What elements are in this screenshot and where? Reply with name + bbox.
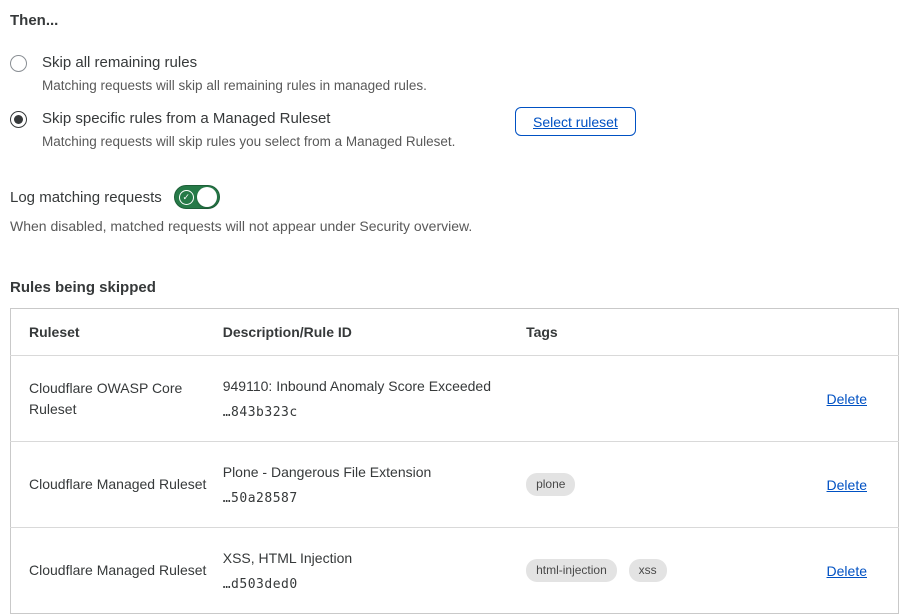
then-heading: Then... bbox=[10, 12, 901, 29]
radio-skip-specific[interactable] bbox=[10, 111, 27, 128]
log-matching-section: Log matching requests ✓ When disabled, m… bbox=[10, 185, 901, 234]
rule-description: XSS, HTML Injection bbox=[223, 549, 516, 567]
rule-description-cell: Plone - Dangerous File Extension …50a285… bbox=[223, 442, 526, 528]
rule-actions-cell: Delete bbox=[756, 442, 898, 528]
rule-tags-cell: html-injection xss bbox=[526, 528, 756, 614]
table-header-row: Ruleset Description/Rule ID Tags bbox=[11, 309, 899, 356]
radio-skip-all-remaining[interactable] bbox=[10, 55, 27, 72]
rule-tags-cell bbox=[526, 356, 756, 442]
delete-rule-link[interactable]: Delete bbox=[827, 477, 867, 493]
log-matching-label: Log matching requests bbox=[10, 189, 162, 206]
column-header-ruleset: Ruleset bbox=[11, 309, 223, 356]
rule-description-cell: XSS, HTML Injection …d503ded0 bbox=[223, 528, 526, 614]
check-icon: ✓ bbox=[179, 190, 194, 205]
table-row: Cloudflare Managed Ruleset Plone - Dange… bbox=[11, 442, 899, 528]
rules-skipped-table: Ruleset Description/Rule ID Tags Cloudfl… bbox=[10, 308, 899, 614]
table-row: Cloudflare Managed Ruleset XSS, HTML Inj… bbox=[11, 528, 899, 614]
option-skip-specific: Skip specific rules from a Managed Rules… bbox=[10, 110, 515, 149]
rule-id: …50a28587 bbox=[223, 491, 516, 506]
column-header-description: Description/Rule ID bbox=[223, 309, 526, 356]
option-skip-specific-label[interactable]: Skip specific rules from a Managed Rules… bbox=[42, 110, 515, 127]
tag-badge: plone bbox=[526, 473, 575, 496]
rule-id: …d503ded0 bbox=[223, 577, 516, 592]
column-header-actions bbox=[756, 309, 898, 356]
select-ruleset-button[interactable]: Select ruleset bbox=[515, 107, 636, 136]
option-skip-specific-description: Matching requests will skip rules you se… bbox=[42, 134, 515, 149]
ruleset-name: Cloudflare Managed Ruleset bbox=[11, 442, 223, 528]
option-skip-all-label[interactable]: Skip all remaining rules bbox=[42, 54, 901, 71]
tag-badge: html-injection bbox=[526, 559, 617, 582]
table-row: Cloudflare OWASP Core Ruleset 949110: In… bbox=[11, 356, 899, 442]
waf-skip-rule-panel: Then... Skip all remaining rules Matchin… bbox=[0, 0, 911, 614]
option-skip-specific-container: Skip specific rules from a Managed Rules… bbox=[10, 110, 901, 149]
column-header-tags: Tags bbox=[526, 309, 756, 356]
rule-description-cell: 949110: Inbound Anomaly Score Exceeded …… bbox=[223, 356, 526, 442]
option-skip-all-description: Matching requests will skip all remainin… bbox=[42, 78, 901, 93]
rule-description: 949110: Inbound Anomaly Score Exceeded bbox=[223, 377, 516, 395]
option-skip-all-remaining: Skip all remaining rules Matching reques… bbox=[10, 54, 901, 93]
ruleset-name: Cloudflare OWASP Core Ruleset bbox=[11, 356, 223, 442]
option-skip-all-text: Skip all remaining rules Matching reques… bbox=[42, 54, 901, 93]
rule-description: Plone - Dangerous File Extension bbox=[223, 463, 516, 481]
option-skip-specific-text: Skip specific rules from a Managed Rules… bbox=[42, 110, 515, 149]
rule-tags-cell: plone bbox=[526, 442, 756, 528]
delete-rule-link[interactable]: Delete bbox=[827, 391, 867, 407]
log-matching-row: Log matching requests ✓ bbox=[10, 185, 901, 209]
toggle-knob bbox=[197, 187, 217, 207]
delete-rule-link[interactable]: Delete bbox=[827, 563, 867, 579]
log-matching-description: When disabled, matched requests will not… bbox=[10, 218, 901, 234]
tag-badge: xss bbox=[629, 559, 667, 582]
rule-actions-cell: Delete bbox=[756, 356, 898, 442]
rules-skipped-title: Rules being skipped bbox=[10, 279, 901, 296]
rules-skipped-section: Rules being skipped Ruleset Description/… bbox=[10, 279, 901, 614]
ruleset-name: Cloudflare Managed Ruleset bbox=[11, 528, 223, 614]
rule-actions-cell: Delete bbox=[756, 528, 898, 614]
rule-id: …843b323c bbox=[223, 405, 516, 420]
log-matching-toggle[interactable]: ✓ bbox=[174, 185, 220, 209]
